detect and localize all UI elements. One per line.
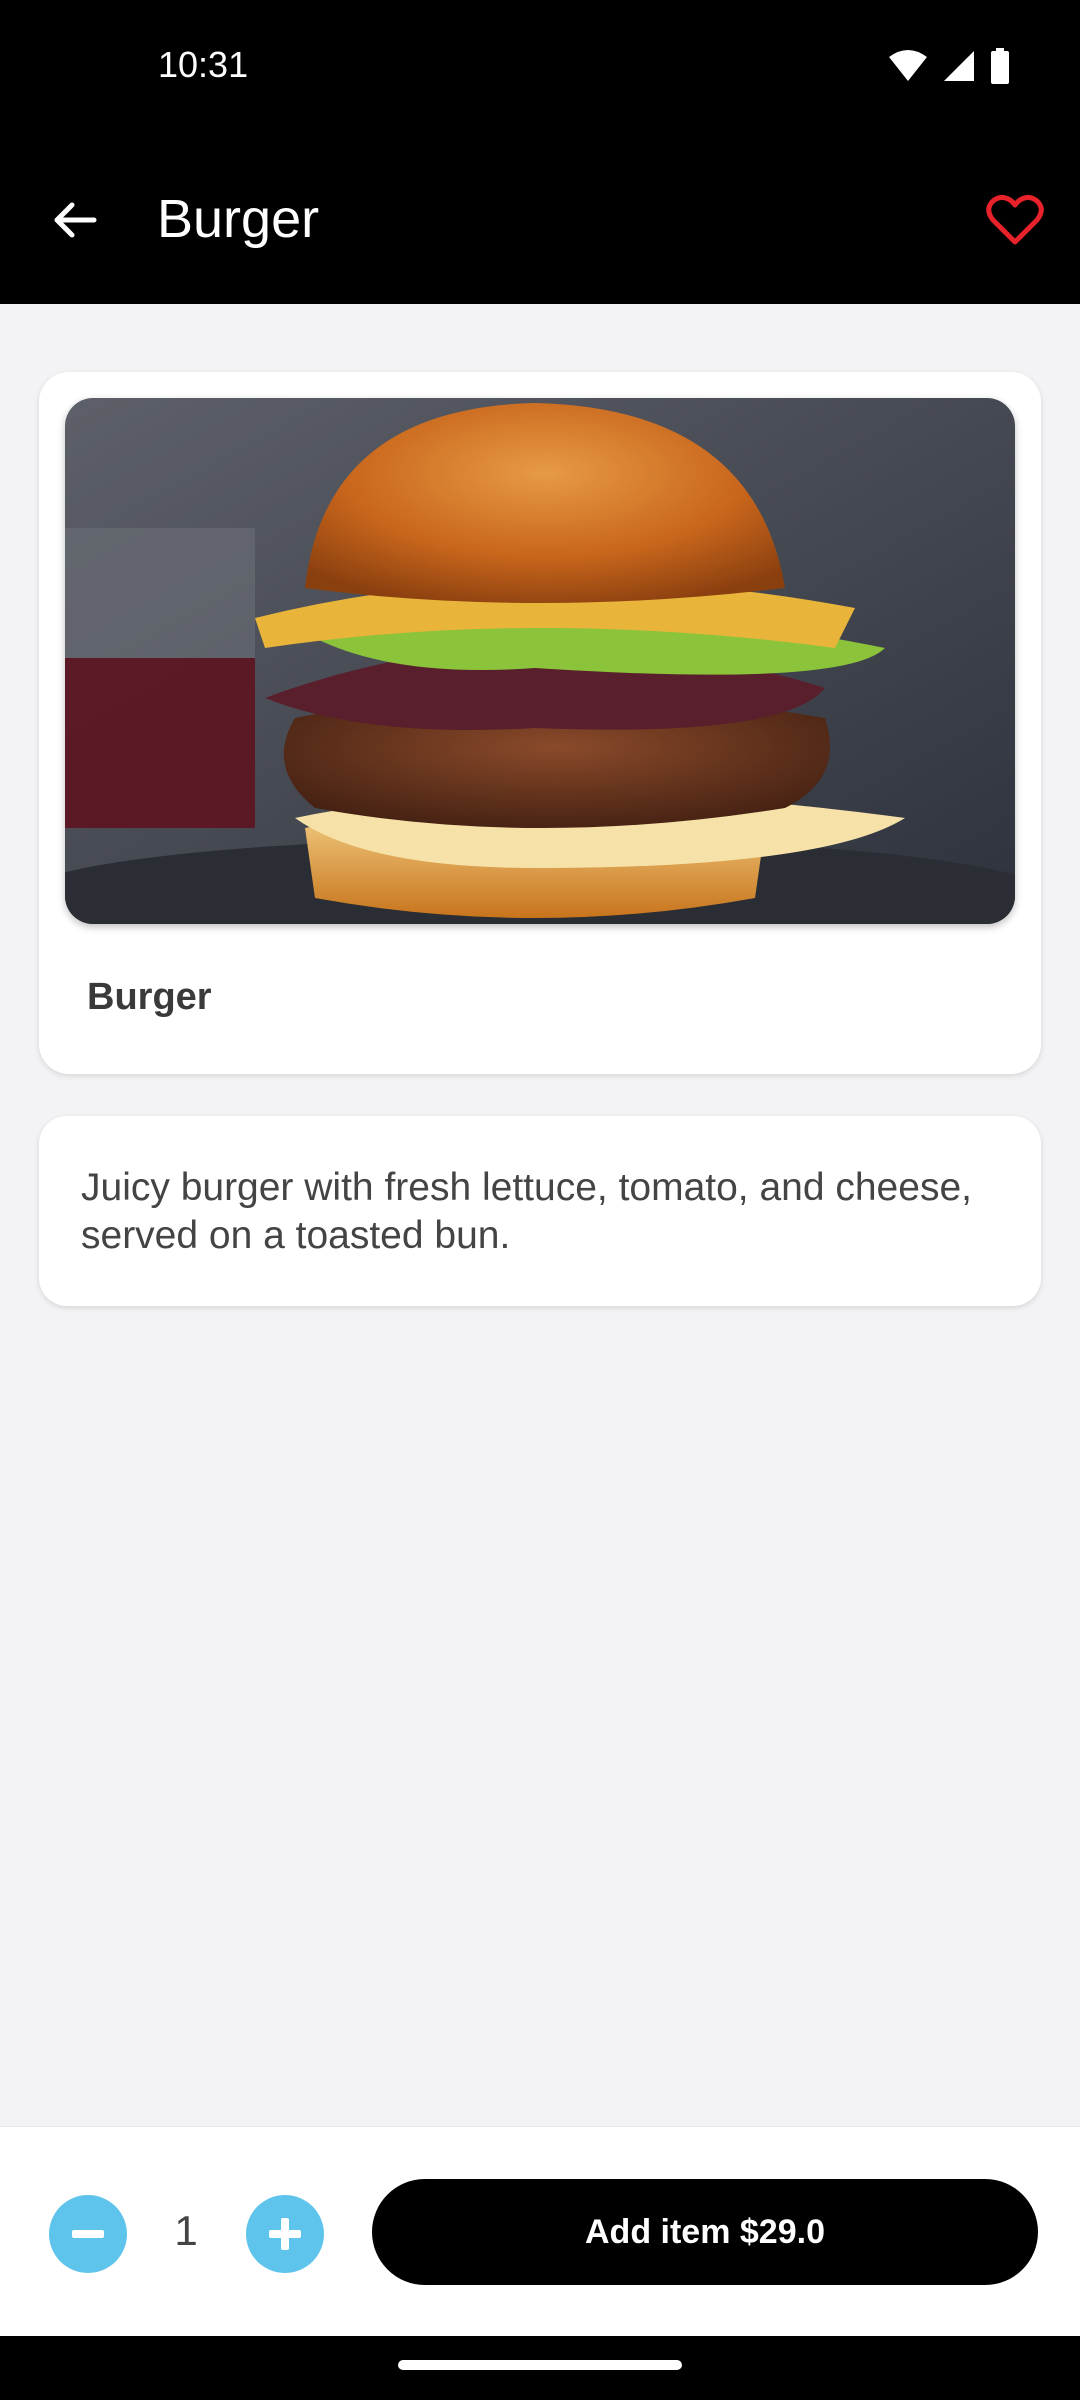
- home-indicator[interactable]: [398, 2360, 682, 2370]
- status-icons: [888, 48, 1010, 84]
- bottom-bar: 1 Add item $29.0: [0, 2126, 1080, 2336]
- status-time: 10:31: [158, 44, 249, 85]
- product-image: [65, 398, 1015, 924]
- product-description: Juicy burger with fresh lettuce, tomato,…: [81, 1166, 972, 1257]
- minus-icon: [72, 2230, 104, 2238]
- product-name: Burger: [87, 976, 212, 1018]
- add-item-button[interactable]: Add item $29.0: [372, 2179, 1038, 2285]
- signal-icon: [944, 51, 974, 81]
- description-card: Juicy burger with fresh lettuce, tomato,…: [39, 1116, 1041, 1306]
- arrow-back-icon: [54, 202, 97, 238]
- app-bar: Burger: [0, 136, 1080, 304]
- product-card: Burger: [39, 372, 1041, 1074]
- add-item-label: Add item $29.0: [585, 2212, 825, 2251]
- page-title: Burger: [157, 189, 320, 249]
- screen: 10:31 Burger Burger Juicy burger with fr…: [0, 0, 1080, 2400]
- heart-outline-icon: [986, 194, 1044, 245]
- increase-quantity-button[interactable]: [246, 2195, 324, 2273]
- wifi-icon: [889, 50, 927, 81]
- favorite-button[interactable]: [980, 188, 1050, 252]
- back-button[interactable]: [42, 188, 106, 252]
- quantity-value: 1: [174, 2207, 198, 2254]
- burger-photo: [65, 398, 1015, 924]
- system-nav-bar: [0, 2336, 1080, 2400]
- status-bar: 10:31: [0, 0, 1080, 136]
- plus-icon: [269, 2218, 301, 2250]
- battery-icon: [991, 48, 1009, 84]
- decrease-quantity-button[interactable]: [49, 2195, 127, 2273]
